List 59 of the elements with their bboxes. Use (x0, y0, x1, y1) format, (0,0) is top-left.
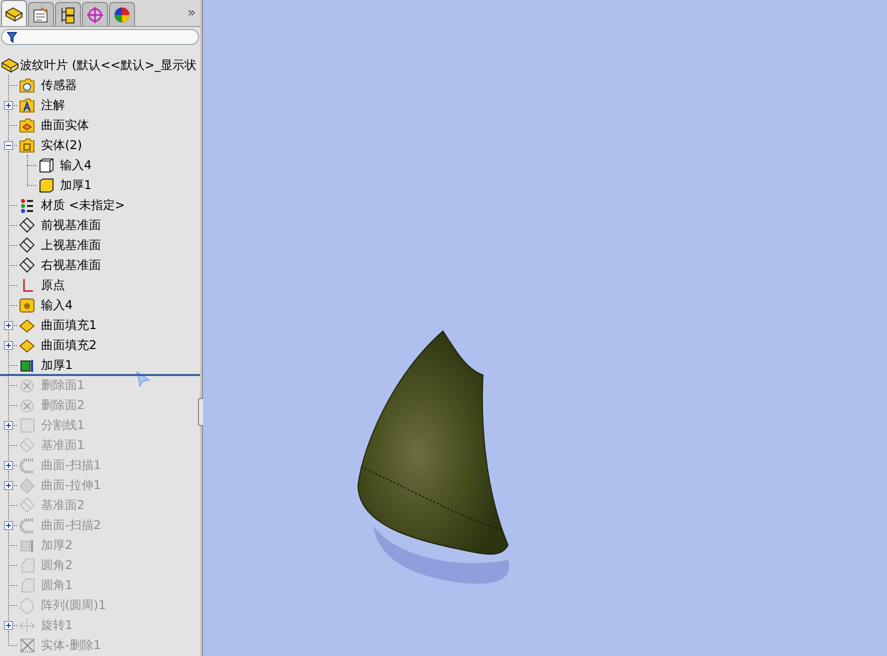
panel-tab[interactable] (1, 0, 27, 26)
cube-icon (38, 176, 55, 194)
expand-toggle[interactable] (4, 100, 13, 110)
panel-tab[interactable] (109, 2, 135, 26)
tree-root[interactable]: 波纹叶片 (默认<<默认>_显示状 (20, 56, 197, 74)
revolve-icon (19, 616, 36, 634)
color-ball-icon (113, 6, 131, 24)
sweep-icon (19, 516, 36, 534)
expand-toggle[interactable] (4, 340, 13, 350)
fill-surface-icon (19, 336, 36, 354)
cursor-icon (135, 370, 151, 388)
gauge-folder-icon (19, 76, 36, 94)
letter-folder-icon (19, 96, 36, 114)
cube-outline-icon (38, 156, 55, 174)
property-sheet-icon (32, 6, 50, 24)
tree-item[interactable]: 上视基准面 (41, 236, 101, 254)
cube-folder-icon (19, 136, 36, 154)
surface-folder-icon (19, 116, 36, 134)
tree-item[interactable]: 右视基准面 (41, 256, 101, 274)
part-icon (5, 6, 23, 22)
crosshair-icon (86, 6, 104, 24)
filter-icon (7, 32, 17, 42)
configuration-icon (59, 6, 77, 24)
expand-toggle[interactable] (4, 320, 13, 330)
delete-face-icon (19, 376, 36, 394)
collapse-toggle[interactable] (4, 140, 13, 150)
tree-item[interactable]: 曲面填充1 (41, 316, 97, 334)
extrude-icon (19, 476, 36, 494)
tree-item[interactable]: 输入4 (60, 156, 92, 174)
tree-item[interactable]: 前视基准面 (41, 216, 101, 234)
plane-icon (19, 256, 36, 274)
material-icon (19, 196, 36, 214)
pattern-icon (19, 596, 36, 614)
plane-icon (19, 436, 36, 454)
tree-item[interactable]: 实体(2) (41, 136, 82, 154)
tree-item[interactable]: 材质 <未指定> (41, 196, 125, 214)
fillet-icon (19, 556, 36, 574)
panel-tab[interactable] (55, 2, 81, 26)
part-icon (1, 57, 19, 73)
plane-icon (19, 496, 36, 514)
tree-item[interactable]: 注解 (41, 96, 65, 114)
plane-icon (19, 216, 36, 234)
delete-face-icon (19, 396, 36, 414)
sweep-icon (19, 456, 36, 474)
filter-field[interactable] (1, 29, 199, 45)
tree-item[interactable]: 曲面填充2 (41, 336, 97, 354)
tree-item[interactable]: 传感器 (41, 76, 77, 94)
fill-surface-icon (19, 316, 36, 334)
more-tabs-button[interactable]: » (187, 6, 196, 20)
tree-item[interactable]: 原点 (41, 276, 65, 294)
tree-item[interactable]: 曲面实体 (41, 116, 89, 134)
body-delete-icon (19, 636, 36, 654)
fillet-icon (19, 576, 36, 594)
tree-item[interactable]: 输入4 (41, 296, 73, 314)
tree-item[interactable]: 加厚1 (60, 176, 92, 194)
plane-icon (19, 236, 36, 254)
import-icon (19, 296, 36, 314)
tree-item[interactable]: 加厚1 (41, 356, 73, 374)
panel-tab[interactable] (28, 2, 54, 26)
